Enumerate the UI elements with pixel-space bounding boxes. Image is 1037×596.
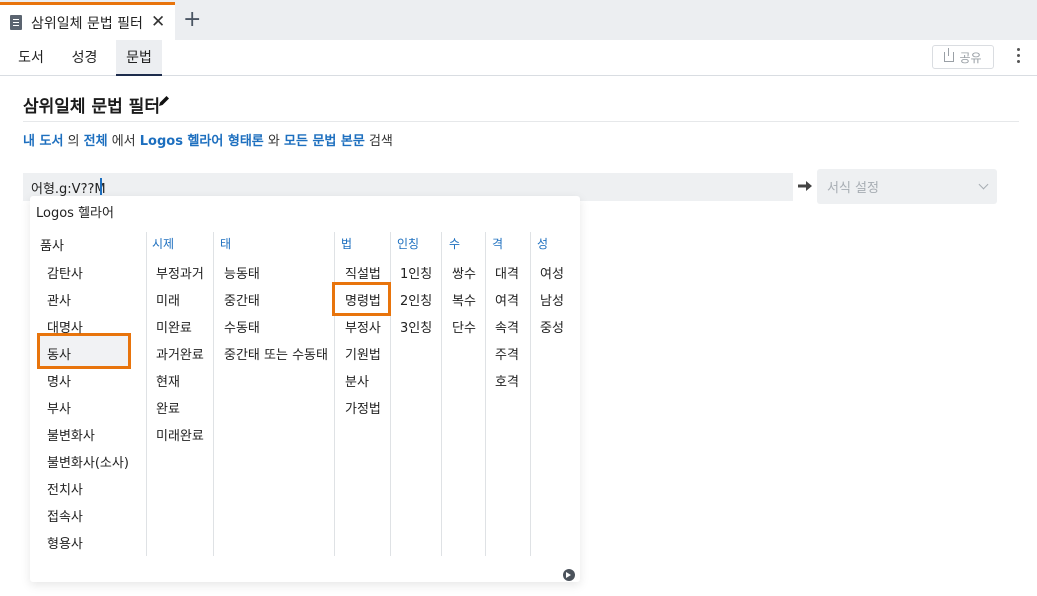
col-header-mood: 법 [341, 237, 353, 251]
col-header-voice: 태 [220, 237, 232, 251]
circle-arrow-icon[interactable] [563, 569, 575, 581]
document-icon [10, 15, 22, 30]
column-divider [334, 232, 335, 556]
tab-library[interactable]: 도서 [10, 40, 52, 76]
document-tab[interactable]: 삼위일체 문법 필터 ✕ [0, 2, 175, 40]
pos-option[interactable]: 명사 [47, 371, 71, 390]
voice-option[interactable]: 중간태 또는 수동태 [224, 344, 328, 363]
divider [23, 121, 1019, 122]
number-option[interactable]: 쌍수 [452, 263, 476, 282]
case-option[interactable]: 여격 [495, 290, 519, 309]
scope-text: 의 [63, 134, 84, 149]
pos-option[interactable]: 대명사 [47, 317, 83, 336]
mood-option[interactable]: 분사 [345, 371, 369, 390]
close-icon[interactable]: ✕ [151, 12, 165, 32]
col-header-tense: 시제 [152, 237, 175, 251]
scope-morphology-link[interactable]: Logos 헬라어 형태론 [140, 134, 264, 149]
tense-option[interactable]: 완료 [156, 398, 180, 417]
text-caret [100, 178, 102, 195]
tense-option[interactable]: 미래 [156, 290, 180, 309]
tense-option[interactable]: 미래완료 [156, 425, 204, 444]
chevron-down-icon [978, 179, 989, 190]
mood-option[interactable]: 부정사 [345, 317, 381, 336]
voice-option[interactable]: 중간태 [224, 290, 260, 309]
column-divider [530, 232, 531, 556]
gender-option[interactable]: 남성 [540, 290, 564, 309]
arrow-right-icon[interactable] [798, 180, 812, 192]
nav-bar: 도서 성경 문법 공유 [0, 40, 1037, 76]
mood-option[interactable]: 직설법 [345, 263, 381, 282]
tense-option[interactable]: 미완료 [156, 317, 192, 336]
case-option[interactable]: 주격 [495, 344, 519, 363]
column-divider [390, 232, 391, 556]
pos-option[interactable]: 불변화사(소사) [47, 452, 129, 471]
pencil-icon[interactable] [157, 94, 171, 108]
scope-text: 검색 [364, 134, 393, 149]
person-option[interactable]: 3인칭 [400, 317, 432, 336]
col-header-number: 수 [449, 237, 461, 251]
share-icon [944, 48, 955, 62]
tense-option[interactable]: 부정과거 [156, 263, 204, 282]
pos-option[interactable]: 불변화사 [47, 425, 95, 444]
share-button[interactable]: 공유 [932, 45, 994, 69]
scope-text: 에서 [107, 134, 140, 149]
search-scope: 내 도서 의 전체 에서 Logos 헬라어 형태론 와 모든 문법 본문 검색 [23, 130, 393, 149]
person-option[interactable]: 1인칭 [400, 263, 432, 282]
tense-option[interactable]: 과거완료 [156, 344, 204, 363]
column-divider [441, 232, 442, 556]
column-divider [213, 232, 214, 556]
number-option[interactable]: 복수 [452, 290, 476, 309]
tab-title: 삼위일체 문법 필터 [31, 15, 143, 32]
col-header-gender: 성 [537, 237, 549, 251]
pos-option[interactable]: 전치사 [47, 479, 83, 498]
tab-strip: 삼위일체 문법 필터 ✕ + [0, 0, 1037, 40]
gender-option[interactable]: 여성 [540, 263, 564, 282]
mood-option-imperative[interactable]: 명령법 [345, 290, 381, 309]
col-header-case: 격 [492, 237, 504, 251]
tab-bible[interactable]: 성경 [62, 40, 107, 76]
scope-texts-link[interactable]: 모든 문법 본문 [284, 134, 365, 149]
mood-option[interactable]: 기원법 [345, 344, 381, 363]
case-option[interactable]: 속격 [495, 317, 519, 336]
tab-grammar[interactable]: 문법 [116, 40, 162, 76]
panel-header: Logos 헬라어 [36, 206, 114, 221]
voice-option[interactable]: 능동태 [224, 263, 260, 282]
scope-all-link[interactable]: 전체 [84, 134, 108, 149]
col-header-person: 인칭 [397, 237, 420, 251]
column-divider [146, 232, 147, 556]
pos-option[interactable]: 형용사 [47, 533, 83, 552]
scope-text: 와 [263, 134, 284, 149]
pos-option[interactable]: 관사 [47, 290, 71, 309]
gender-option[interactable]: 중성 [540, 317, 564, 336]
share-label: 공유 [959, 50, 982, 65]
voice-option[interactable]: 수동태 [224, 317, 260, 336]
format-placeholder: 서식 설정 [827, 181, 879, 196]
case-option[interactable]: 호격 [495, 371, 519, 390]
person-option[interactable]: 2인칭 [400, 290, 432, 309]
pos-option-verb[interactable]: 동사 [47, 344, 71, 363]
more-vertical-icon[interactable] [1014, 48, 1022, 63]
case-option[interactable]: 대격 [495, 263, 519, 282]
mood-option[interactable]: 가정법 [345, 398, 381, 417]
plus-icon[interactable]: + [183, 9, 201, 31]
col-header-pos: 품사 [40, 239, 64, 254]
pos-option[interactable]: 접속사 [47, 506, 83, 525]
format-select[interactable]: 서식 설정 [817, 169, 997, 204]
column-divider [485, 232, 486, 556]
pos-option[interactable]: 감탄사 [47, 263, 83, 282]
tense-option[interactable]: 현재 [156, 371, 180, 390]
scope-library-link[interactable]: 내 도서 [23, 134, 63, 149]
pos-option[interactable]: 부사 [47, 398, 71, 417]
page-title[interactable]: 삼위일체 문법 필터 [23, 92, 160, 117]
number-option[interactable]: 단수 [452, 317, 476, 336]
